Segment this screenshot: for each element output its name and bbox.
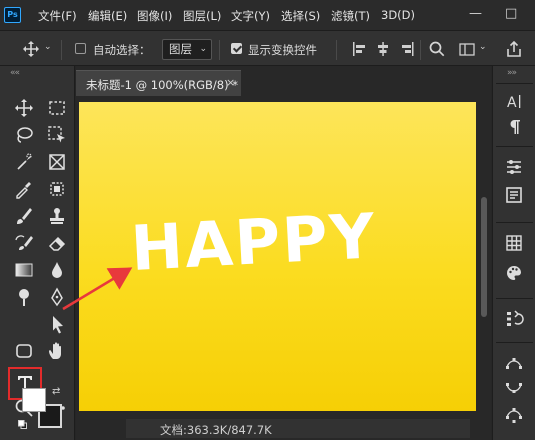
panel-group-paths <box>496 342 533 440</box>
brush-tool-icon[interactable] <box>13 205 35 227</box>
divider <box>420 40 421 60</box>
clone-stamp-tool-icon[interactable] <box>46 205 68 227</box>
auto-select-checkbox[interactable] <box>75 43 86 54</box>
document-tab[interactable]: 未标题-1 @ 100%(RGB/8) * × <box>76 70 241 96</box>
align-left-icon[interactable] <box>350 40 368 58</box>
right-panel-dock: »» A <box>492 66 535 440</box>
maximize-button[interactable]: □ <box>505 5 517 23</box>
chevron-down-icon: ⌄ <box>199 44 207 54</box>
canvas-text-layer[interactable]: HAPPY <box>129 199 378 285</box>
color-palette-icon[interactable] <box>504 263 524 283</box>
search-icon[interactable] <box>428 40 446 58</box>
minimize-button[interactable]: — <box>469 5 482 23</box>
divider <box>219 40 220 60</box>
menu-type[interactable]: 文字(Y) <box>231 8 270 24</box>
options-bar: ⌄ 自动选择： 图层 ⌄ 显示变换控件 ⌄ <box>0 30 535 66</box>
swatches-panel-icon[interactable] <box>504 233 524 253</box>
workspace-icon[interactable] <box>458 40 476 58</box>
canvas[interactable]: HAPPY <box>79 102 476 411</box>
show-transform-checkbox[interactable] <box>231 43 242 54</box>
frame-tool-icon[interactable] <box>46 151 68 173</box>
eraser-tool-icon[interactable] <box>46 232 68 254</box>
pen-tool-icon[interactable] <box>46 286 68 308</box>
align-center-icon[interactable] <box>374 40 392 58</box>
document-size-status: 文档:363.3K/847.7K <box>160 423 272 437</box>
channels-panel-icon[interactable] <box>504 379 524 399</box>
menu-image[interactable]: 图像(I) <box>137 8 172 24</box>
close-icon[interactable]: × <box>226 76 235 89</box>
move-tool-icon[interactable] <box>13 97 35 119</box>
divider <box>336 40 337 60</box>
adjustments-panel-icon[interactable] <box>504 157 524 177</box>
gradient-tool-icon[interactable] <box>13 259 35 281</box>
quick-selection-tool-icon[interactable] <box>13 151 35 173</box>
menu-layer[interactable]: 图层(L) <box>183 8 221 24</box>
libraries-panel-icon[interactable] <box>504 185 524 205</box>
foreground-color-swatch[interactable] <box>22 388 46 412</box>
share-icon[interactable] <box>505 40 523 58</box>
auto-select-target-value: 图层 <box>169 42 192 56</box>
menu-filter[interactable]: 滤镜(T) <box>331 8 370 24</box>
eyedropper-tool-icon[interactable] <box>13 178 35 200</box>
patch-tool-icon[interactable] <box>46 178 68 200</box>
menu-bar: Ps 文件(F) 编辑(E) 图像(I) 图层(L) 文字(Y) 选择(S) 滤… <box>0 0 535 30</box>
menu-3d[interactable]: 3D(D) <box>381 8 415 24</box>
marquee-tool-icon[interactable] <box>46 97 68 119</box>
svg-text:A: A <box>507 95 517 111</box>
panel-collapse-icon[interactable]: »» <box>507 68 517 78</box>
path-selection-tool-icon[interactable] <box>46 313 68 335</box>
character-panel-icon[interactable]: A <box>504 92 524 112</box>
lasso-tool-icon[interactable] <box>13 124 35 146</box>
move-tool-preset-icon[interactable] <box>22 40 40 58</box>
auto-select-target-dropdown[interactable]: 图层 ⌄ <box>162 39 212 60</box>
vertical-scrollbar-thumb[interactable] <box>481 197 487 317</box>
menu-file[interactable]: 文件(F) <box>38 8 77 24</box>
panel-group-properties <box>496 146 533 218</box>
show-transform-label: 显示变换控件 <box>248 43 317 57</box>
panel-group-history <box>496 298 533 338</box>
document-area: 未标题-1 @ 100%(RGB/8) * × HAPPY 文档:363.3K/… <box>76 66 491 440</box>
menu-select[interactable]: 选择(S) <box>281 8 320 24</box>
photoshop-logo: Ps <box>4 7 21 23</box>
default-colors-icon[interactable] <box>18 418 27 429</box>
chevron-down-icon[interactable]: ⌄ <box>479 42 487 52</box>
dodge-tool-icon[interactable] <box>13 286 35 308</box>
menu-edit[interactable]: 编辑(E) <box>88 8 127 24</box>
vertical-scrollbar[interactable] <box>479 102 489 382</box>
swap-colors-icon[interactable]: ⇄ <box>52 386 60 397</box>
divider <box>61 40 62 60</box>
history-brush-tool-icon[interactable] <box>13 232 35 254</box>
tools-panel: «« <box>0 66 75 440</box>
chevron-down-icon[interactable]: ⌄ <box>44 42 52 52</box>
paths-panel-icon[interactable] <box>504 353 524 373</box>
panel-collapse-icon[interactable]: «« <box>10 68 20 78</box>
panel-group-text: A <box>496 83 533 141</box>
align-right-icon[interactable] <box>398 40 416 58</box>
canvas-viewport: HAPPY <box>76 96 491 412</box>
document-tab-title: 未标题-1 @ 100%(RGB/8) * <box>86 78 239 92</box>
auto-select-label: 自动选择： <box>93 43 151 57</box>
paragraph-panel-icon[interactable] <box>504 117 524 137</box>
object-selection-tool-icon[interactable] <box>46 124 68 146</box>
panel-group-swatches <box>496 222 533 294</box>
rectangle-tool-icon[interactable] <box>13 340 35 362</box>
blur-tool-icon[interactable] <box>46 259 68 281</box>
hand-tool-icon[interactable] <box>46 340 68 362</box>
history-panel-icon[interactable] <box>504 309 524 329</box>
layers-panel-icon[interactable] <box>504 405 524 425</box>
